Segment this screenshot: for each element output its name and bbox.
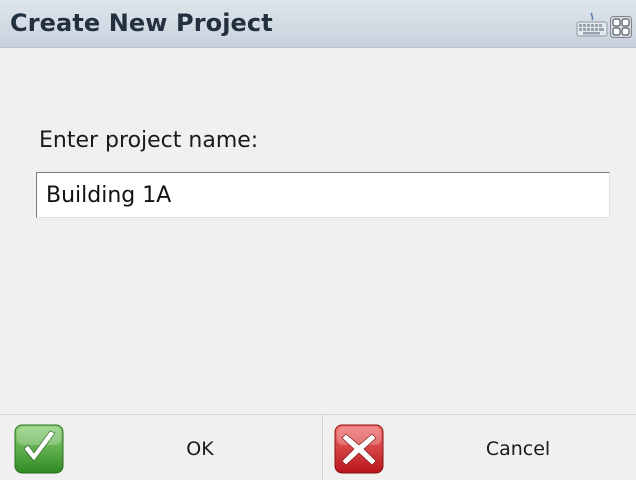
grid-view-icon[interactable] bbox=[610, 16, 632, 38]
title-bar: Create New Project bbox=[0, 0, 636, 48]
button-bar: OK Cancel bbox=[0, 414, 636, 480]
ok-button[interactable]: OK bbox=[0, 415, 322, 480]
keyboard-icon[interactable] bbox=[576, 12, 608, 38]
dialog-title: Create New Project bbox=[10, 9, 273, 37]
create-project-dialog: Create New Project Enter project name: B… bbox=[0, 0, 636, 480]
project-name-input[interactable] bbox=[36, 172, 610, 218]
cancel-button[interactable]: Cancel bbox=[322, 415, 636, 480]
title-bar-icons bbox=[576, 10, 632, 38]
project-name-label: Enter project name: bbox=[39, 128, 259, 153]
dialog-content: Enter project name: bbox=[0, 48, 636, 414]
cancel-button-label: Cancel bbox=[485, 438, 551, 460]
